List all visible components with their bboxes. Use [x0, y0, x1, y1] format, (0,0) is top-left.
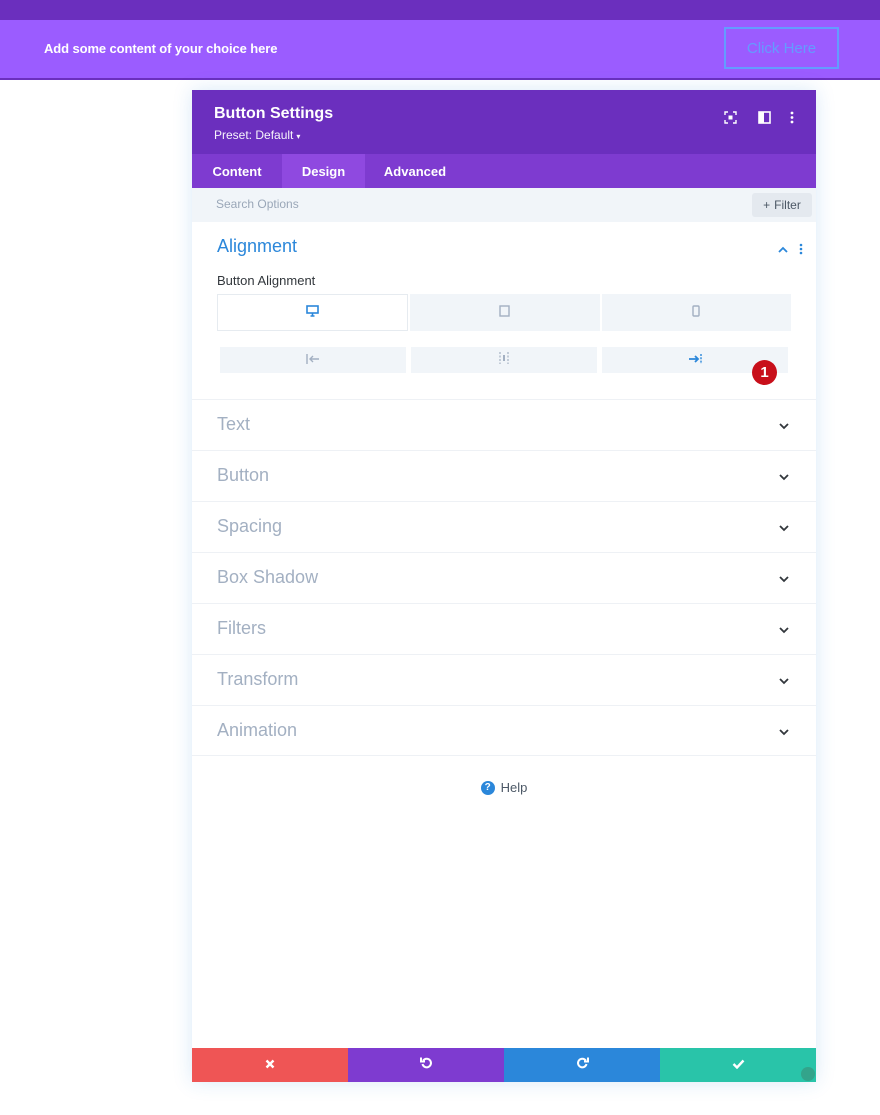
chevron-down-icon — [777, 623, 791, 637]
top-bar — [0, 0, 880, 20]
align-left-button[interactable] — [220, 347, 406, 373]
section-label: Box Shadow — [217, 567, 319, 587]
section-label: Filters — [217, 618, 266, 638]
section-label: Transform — [217, 669, 299, 689]
align-center-icon — [498, 351, 510, 369]
device-tab-phone[interactable] — [601, 294, 791, 331]
fullscreen-icon[interactable] — [720, 107, 740, 127]
filter-label: Filter — [774, 198, 801, 212]
section-animation[interactable]: Animation — [192, 705, 816, 756]
section-text[interactable]: Text — [192, 399, 816, 450]
banner-button[interactable]: Click Here — [724, 27, 839, 69]
tab-content[interactable]: Content — [192, 154, 282, 188]
cancel-icon — [265, 1056, 275, 1074]
section-button[interactable]: Button — [192, 450, 816, 501]
filter-button[interactable]: + Filter — [752, 193, 812, 217]
align-left-icon — [306, 351, 320, 369]
section-label: Spacing — [217, 516, 283, 536]
split-view-icon[interactable] — [754, 107, 774, 127]
tablet-icon — [499, 304, 511, 322]
cta-banner: Add some content of your choice here Cli… — [0, 20, 880, 80]
section-box-shadow[interactable]: Box Shadow — [192, 552, 816, 603]
help-label: Help — [500, 780, 528, 795]
modal-header: Button Settings Preset: Default ▾ — [192, 90, 816, 154]
preset-selector[interactable]: Preset: Default ▾ — [214, 128, 300, 142]
caret-down-icon: ▾ — [296, 132, 301, 141]
desktop-icon — [306, 304, 319, 322]
chevron-down-icon — [777, 572, 791, 586]
section-label: Animation — [217, 720, 298, 740]
undo-button[interactable] — [348, 1048, 504, 1082]
more-vertical-icon[interactable] — [782, 107, 802, 127]
section-label: Button — [217, 465, 270, 485]
search-bar: + Filter — [192, 188, 816, 222]
phone-icon — [692, 304, 701, 322]
chevron-down-icon — [777, 470, 791, 484]
plus-icon: + — [763, 198, 771, 212]
align-center-button[interactable] — [411, 347, 597, 373]
chevron-down-icon — [777, 725, 791, 739]
alignment-options — [220, 347, 788, 373]
search-input[interactable] — [216, 197, 516, 211]
section-spacing[interactable]: Spacing — [192, 501, 816, 552]
tab-advanced[interactable]: Advanced — [365, 154, 465, 188]
modal-footer — [192, 1048, 816, 1082]
section-transform[interactable]: Transform — [192, 654, 816, 705]
save-button[interactable] — [660, 1048, 816, 1082]
section-filters[interactable]: Filters — [192, 603, 816, 654]
redo-icon — [576, 1056, 589, 1074]
chevron-down-icon — [777, 521, 791, 535]
button-settings-modal: Button Settings Preset: Default ▾ Content… — [192, 90, 816, 1082]
redo-button[interactable] — [504, 1048, 660, 1082]
banner-text: Add some content of your choice here — [44, 41, 278, 56]
align-right-icon — [688, 351, 702, 369]
help-icon: ? — [480, 780, 495, 795]
tab-design[interactable]: Design — [282, 154, 365, 188]
step-badge: 1 — [752, 360, 777, 385]
cancel-button[interactable] — [192, 1048, 348, 1082]
device-tab-tablet[interactable] — [410, 294, 600, 331]
chevron-down-icon — [777, 419, 791, 433]
device-tabs — [217, 294, 791, 331]
section-title-alignment[interactable]: Alignment — [217, 236, 297, 257]
chevron-down-icon — [777, 674, 791, 688]
preset-label: Preset: Default — [214, 128, 294, 142]
field-label-button-alignment: Button Alignment — [217, 273, 316, 288]
undo-icon — [419, 1056, 433, 1074]
resize-handle-icon[interactable] — [801, 1067, 815, 1081]
save-icon — [732, 1056, 745, 1074]
help-link[interactable]: ? Help — [192, 780, 816, 795]
settings-tabs: Content Design Advanced — [192, 154, 816, 188]
modal-title: Button Settings — [214, 105, 334, 122]
device-tab-desktop[interactable] — [217, 294, 409, 331]
section-menu-icon[interactable] — [794, 242, 808, 256]
chevron-up-icon[interactable] — [776, 242, 790, 256]
section-label: Text — [217, 414, 251, 434]
